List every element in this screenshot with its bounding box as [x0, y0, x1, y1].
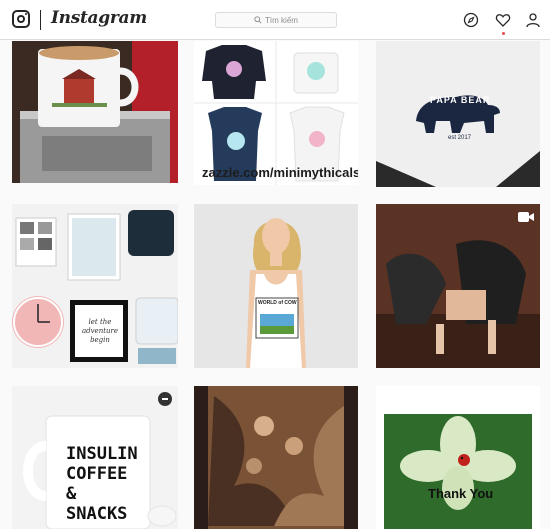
post-tile-painting-shirt[interactable] [194, 386, 358, 529]
post-tile-porch[interactable] [376, 204, 540, 368]
tank-top-model-image [194, 204, 358, 368]
search-input[interactable]: Tìm kiếm [215, 12, 337, 28]
instagram-logo-icon[interactable] [12, 10, 30, 28]
papa-bear-shirt-image [376, 41, 540, 187]
unicorn-apparel-image [194, 41, 358, 185]
search-placeholder: Tìm kiếm [265, 15, 298, 25]
mug-word-3: & [66, 484, 77, 504]
adventure-script-text: let the adventure begin [81, 318, 119, 344]
post-tile-coffee-mug[interactable] [12, 41, 178, 183]
logo-divider [40, 10, 41, 30]
top-bar: Instagram Tìm kiếm [0, 0, 550, 40]
user-icon[interactable] [525, 12, 541, 28]
compass-icon[interactable] [463, 12, 479, 28]
thank-you-text: Thank You [428, 486, 494, 501]
mug-word-4: SNACKS [66, 504, 128, 524]
world-of-cow-text: WORLD of COW [258, 300, 297, 306]
painting-shirt-image [194, 386, 358, 529]
video-icon [518, 210, 534, 228]
post-tile-unicorn-apparel[interactable]: zazzle.com/minimythicals [194, 41, 358, 185]
porch-people-image [376, 204, 540, 368]
post-tile-papa-bear[interactable]: PAPA BEAR est 2017 [376, 41, 540, 187]
post-tile-stationery[interactable]: let the adventure begin [12, 204, 178, 368]
search-icon [254, 16, 262, 24]
thank-you-card-image [376, 386, 540, 529]
est-text: est 2017 [448, 135, 472, 141]
heart-icon[interactable] [495, 12, 511, 28]
coffee-mug-image [12, 41, 178, 183]
tile-caption-zazzle: zazzle.com/minimythicals [202, 165, 358, 180]
post-tile-tank-top[interactable]: WORLD of COW [194, 204, 358, 368]
papa-bear-text: PAPA BEAR [430, 95, 491, 105]
tip-icon [158, 392, 172, 411]
mug-word-2: COFFEE [66, 464, 128, 484]
post-tile-insulin-mug[interactable]: INSULIN COFFEE & SNACKS [12, 386, 178, 529]
instagram-wordmark[interactable]: Instagram [51, 8, 147, 28]
notification-dot [502, 32, 505, 35]
insulin-mug-text: INSULIN COFFEE & SNACKS [66, 444, 138, 524]
post-tile-thank-you-card[interactable]: Thank You [376, 386, 540, 529]
mug-word-1: INSULIN [66, 444, 138, 464]
